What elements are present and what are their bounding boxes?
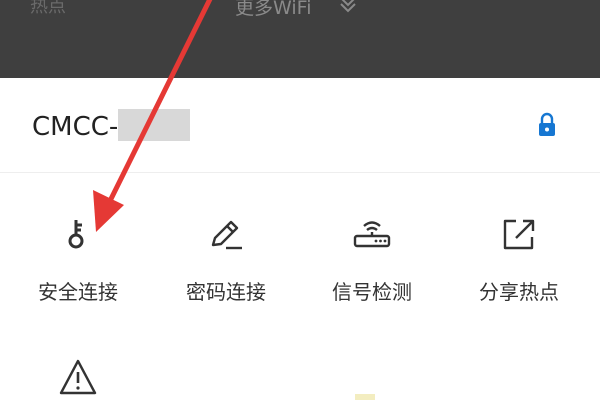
password-connect-label: 密码连接 [186, 280, 266, 304]
pencil-icon [211, 220, 242, 250]
share-hotspot-button[interactable]: 分享热点 [454, 214, 584, 314]
wifi-ssid: CMCC- [32, 112, 119, 142]
secure-connect-button[interactable]: 安全连接 [13, 214, 143, 314]
router-signal-icon [353, 221, 391, 248]
share-hotspot-label: 分享热点 [479, 280, 559, 304]
signal-test-button[interactable]: 信号检测 [307, 214, 437, 314]
more-wifi-button[interactable]: 更多WiFi [235, 0, 311, 20]
share-icon [503, 219, 535, 250]
secure-connect-label: 安全连接 [38, 280, 118, 304]
warning-icon[interactable] [58, 358, 98, 396]
signal-test-label: 信号检测 [332, 280, 412, 304]
key-icon [68, 220, 84, 249]
chevron-down-icon[interactable] [338, 0, 358, 14]
password-connect-button[interactable]: 密码连接 [161, 214, 291, 314]
ssid-redaction [118, 109, 190, 141]
top-left-label: 热点 [30, 0, 66, 17]
partial-icon [355, 394, 375, 400]
top-bar: 热点 更多WiFi [0, 0, 600, 78]
divider [0, 172, 600, 173]
lock-icon [539, 112, 555, 136]
